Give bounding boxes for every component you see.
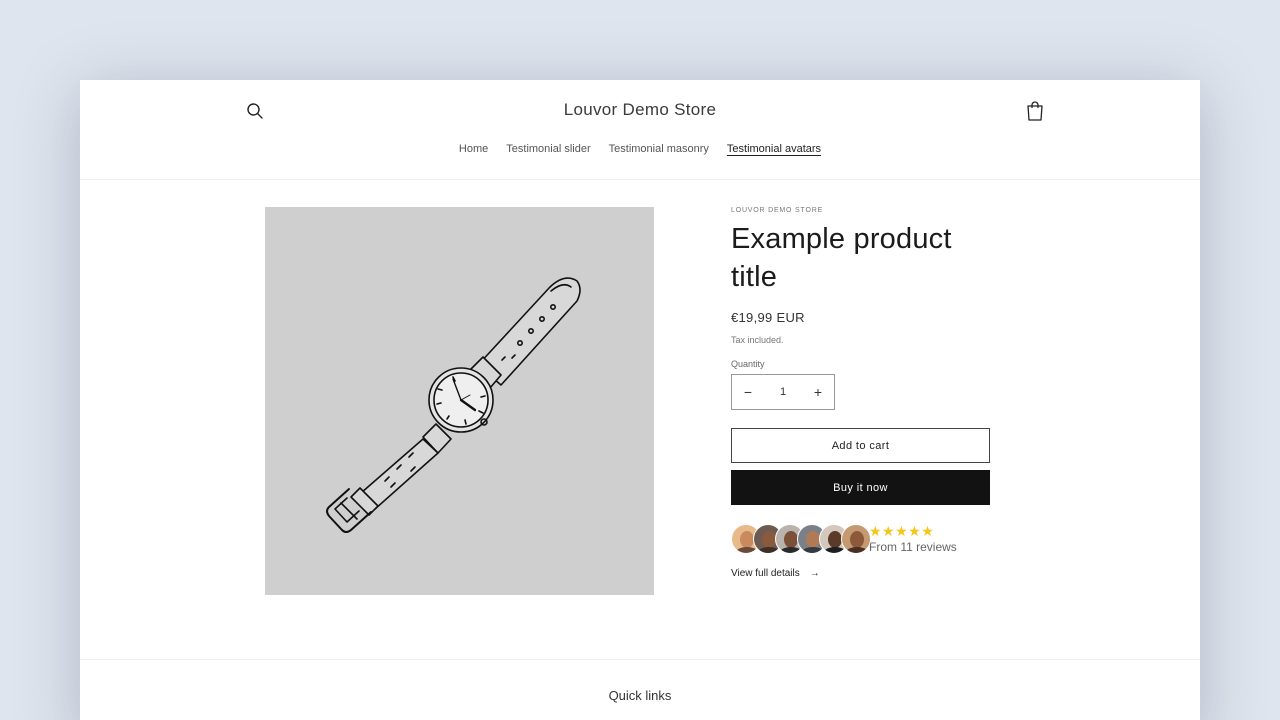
nav-item-testimonial-masonry[interactable]: Testimonial masonry [609,143,709,155]
quantity-label: Quantity [731,359,765,369]
quantity-stepper: − + [731,374,835,410]
quantity-input[interactable] [768,386,798,398]
product-info: LOUVOR DEMO STORE Example product title … [731,207,991,579]
nav-item-testimonial-avatars[interactable]: Testimonial avatars [727,143,821,155]
reviews-summary[interactable]: ★★★★★ From 11 reviews [731,523,991,555]
site-header: Louvor Demo Store Home Testimonial slide… [80,80,1200,180]
product-image[interactable] [265,207,654,595]
add-to-cart-button[interactable]: Add to cart [731,428,990,463]
tax-note: Tax included. [731,335,784,345]
view-full-details-link[interactable]: View full details → [731,568,991,579]
star-rating: ★★★★★ [869,523,935,539]
product-price: €19,99 EUR [731,310,805,325]
nav-item-testimonial-slider[interactable]: Testimonial slider [506,143,590,155]
site-footer: Quick links [80,659,1200,703]
arrow-right-icon: → [809,568,820,579]
store-window: Louvor Demo Store Home Testimonial slide… [80,80,1200,720]
shopping-bag-icon[interactable] [1024,99,1046,123]
wristwatch-illustration [326,277,581,533]
nav-item-home[interactable]: Home [459,143,488,155]
main-nav: Home Testimonial slider Testimonial maso… [80,143,1200,155]
quantity-increase-button[interactable]: + [802,384,834,400]
avatar [841,524,871,554]
view-details-label: View full details [731,568,800,579]
product-vendor: LOUVOR DEMO STORE [731,207,824,214]
buy-now-button[interactable]: Buy it now [731,470,990,505]
reviewer-avatars [731,523,871,555]
product-title: Example product title [731,223,952,293]
reviews-text: ★★★★★ From 11 reviews [869,524,957,554]
quantity-decrease-button[interactable]: − [732,384,764,400]
quick-links-heading: Quick links [608,688,672,703]
review-count: From 11 reviews [869,540,957,554]
